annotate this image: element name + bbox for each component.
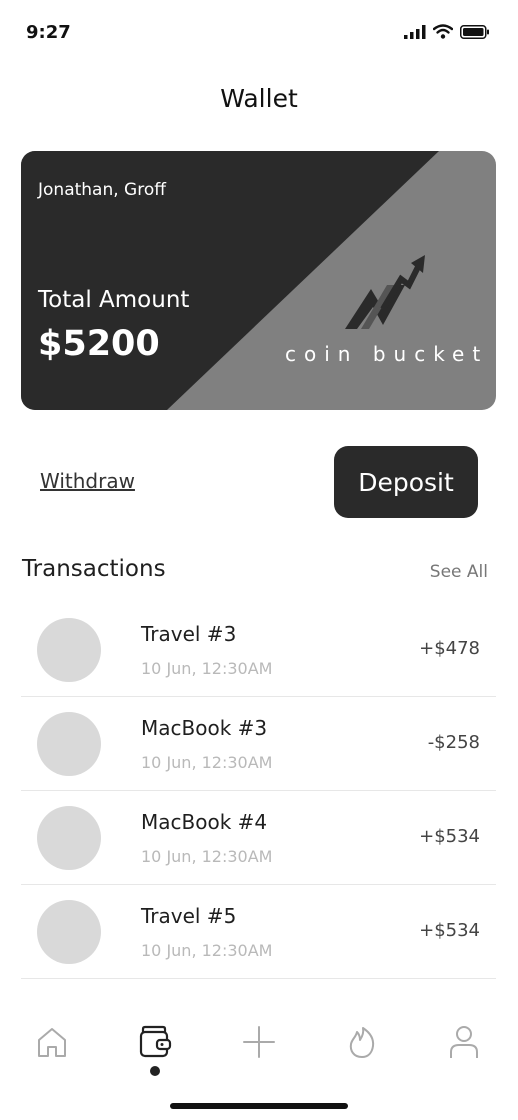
card-brand-name: coin bucket	[285, 342, 489, 366]
total-amount-label: Total Amount	[38, 287, 190, 313]
page-title: Wallet	[220, 84, 298, 113]
transaction-amount: +$534	[419, 826, 480, 847]
transaction-date: 10 Jun, 12:30AM	[141, 847, 273, 866]
transaction-row[interactable]: MacBook #4 10 Jun, 12:30AM +$534	[21, 791, 496, 885]
wifi-icon	[433, 24, 453, 39]
plus-icon	[243, 1026, 275, 1058]
nav-profile[interactable]	[444, 1022, 484, 1062]
transactions-list: Travel #3 10 Jun, 12:30AM +$478 MacBook …	[21, 603, 496, 979]
transaction-name: Travel #5	[141, 904, 237, 928]
transaction-amount: +$478	[419, 638, 480, 659]
transaction-avatar	[37, 712, 101, 776]
transaction-name: MacBook #3	[141, 716, 268, 740]
withdraw-link[interactable]: Withdraw	[40, 469, 135, 493]
active-nav-indicator	[150, 1066, 160, 1076]
transaction-row[interactable]: MacBook #3 10 Jun, 12:30AM -$258	[21, 697, 496, 791]
flame-icon	[349, 1027, 375, 1058]
battery-icon	[460, 24, 489, 39]
transaction-row[interactable]: Travel #3 10 Jun, 12:30AM +$478	[21, 603, 496, 697]
transaction-date: 10 Jun, 12:30AM	[141, 941, 273, 960]
see-all-link[interactable]: See All	[430, 562, 488, 582]
transaction-avatar	[37, 900, 101, 964]
profile-icon	[450, 1026, 478, 1058]
transaction-avatar	[37, 618, 101, 682]
wallet-card[interactable]: Jonathan, Groff Total Amount $5200 coin …	[21, 151, 496, 410]
status-bar: 9:27	[0, 0, 518, 60]
transaction-date: 10 Jun, 12:30AM	[141, 659, 273, 678]
status-time: 9:27	[26, 22, 71, 43]
deposit-button[interactable]: Deposit	[334, 446, 478, 518]
bottom-nav	[0, 1010, 518, 1080]
transaction-amount: -$258	[427, 732, 480, 753]
transaction-name: MacBook #4	[141, 810, 268, 834]
wallet-icon	[139, 1025, 172, 1058]
transactions-heading: Transactions	[22, 556, 166, 582]
transaction-row[interactable]: Travel #5 10 Jun, 12:30AM +$534	[21, 885, 496, 979]
coin-bucket-logo-icon	[345, 255, 425, 329]
transaction-name: Travel #3	[141, 622, 237, 646]
home-indicator	[170, 1103, 348, 1109]
signal-icon	[404, 24, 426, 39]
status-icons	[404, 24, 490, 39]
card-holder-name: Jonathan, Groff	[38, 180, 166, 200]
total-amount-value: $5200	[38, 324, 160, 364]
nav-wallet[interactable]	[135, 1022, 175, 1062]
nav-home[interactable]	[32, 1022, 72, 1062]
home-icon	[38, 1028, 66, 1057]
transaction-date: 10 Jun, 12:30AM	[141, 753, 273, 772]
nav-trending[interactable]	[342, 1022, 382, 1062]
transaction-amount: +$534	[419, 920, 480, 941]
transaction-avatar	[37, 806, 101, 870]
nav-add[interactable]	[239, 1022, 279, 1062]
